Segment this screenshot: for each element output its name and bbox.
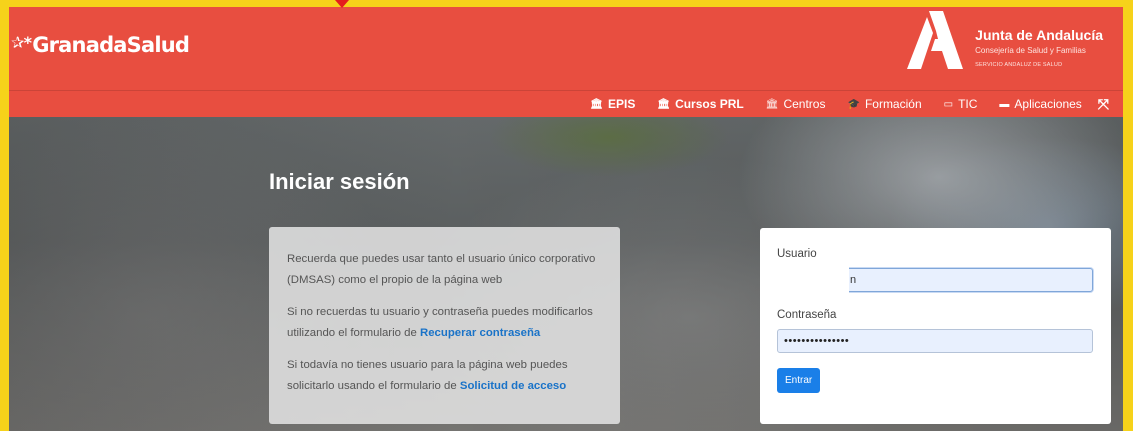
page-frame: ✰* GranadaSalud Junta de Andalucía Conse… [9, 7, 1123, 431]
info-text-1: Recuerda que puedes usar tanto el usuari… [287, 253, 596, 286]
building-icon: 🏛 [590, 98, 603, 110]
junta-subtitle: Consejería de Salud y Familias [975, 46, 1086, 55]
header: ✰* GranadaSalud Junta de Andalucía Conse… [9, 7, 1123, 90]
star-logo-icon: ✰* [11, 32, 32, 52]
window-icon: ▬ [999, 98, 1010, 110]
annotation-marker [335, 0, 349, 8]
redaction-box [774, 264, 849, 305]
junta-title: Junta de Andalucía [975, 27, 1103, 43]
brand-name: GranadaSalud [32, 33, 190, 57]
brand-logo[interactable]: ✰* GranadaSalud [11, 32, 190, 58]
recover-password-link[interactable]: Recuperar contraseña [420, 327, 540, 339]
monitor-icon: ▭ [943, 98, 954, 110]
page-title: Iniciar sesión [269, 169, 410, 194]
username-value: n [850, 274, 857, 286]
nav-item-label: Aplicaciones [1014, 97, 1082, 111]
info-text-3: Si todavía no tienes usuario para la pág… [287, 355, 603, 397]
junta-a-icon [907, 11, 964, 69]
login-form: Usuario n Contraseña ••••••••••••••• Ent… [760, 228, 1111, 424]
building-icon: 🏛 [657, 98, 671, 110]
nav-item-formacion[interactable]: 🎓 Formación [847, 97, 921, 111]
junta-small-caption: SERVICIO ANDALUZ DE SALUD [975, 62, 1063, 68]
access-request-link[interactable]: Solicitud de acceso [460, 380, 566, 392]
nav-item-epis[interactable]: 🏛 EPIS [590, 97, 635, 111]
submit-button[interactable]: Entrar [777, 368, 821, 393]
nav-item-label: Formación [864, 97, 922, 111]
nav-item-cursos-prl[interactable]: 🏛 Cursos PRL [657, 97, 743, 111]
nav-item-tic[interactable]: ▭ TIC [944, 97, 978, 111]
building-icon: 🏛 [765, 98, 779, 110]
password-label: Contraseña [777, 309, 837, 321]
fullscreen-icon[interactable]: ⤧ [1098, 96, 1109, 113]
nav-item-aplicaciones[interactable]: ▬ Aplicaciones [999, 97, 1081, 111]
password-input[interactable]: ••••••••••••••• [777, 329, 1093, 353]
nav-item-label: Centros [783, 97, 826, 111]
top-nav: 🏛 EPIS 🏛 Cursos PRL 🏛 Centros 🎓 Formació… [9, 90, 1123, 117]
user-label: Usuario [777, 248, 817, 260]
password-value: ••••••••••••••• [784, 335, 850, 347]
nav-item-label: TIC [958, 97, 978, 111]
nav-item-label: EPIS [608, 97, 636, 111]
info-text-2: Si no recuerdas tu usuario y contraseña … [287, 302, 603, 344]
nav-item-label: Cursos PRL [675, 97, 744, 111]
graduation-cap-icon: 🎓 [847, 98, 860, 110]
nav-item-centros[interactable]: 🏛 Centros [766, 97, 826, 111]
junta-logo[interactable]: Junta de Andalucía Consejería de Salud y… [907, 10, 1103, 69]
info-panel: Recuerda que puedes usar tanto el usuari… [269, 227, 620, 424]
